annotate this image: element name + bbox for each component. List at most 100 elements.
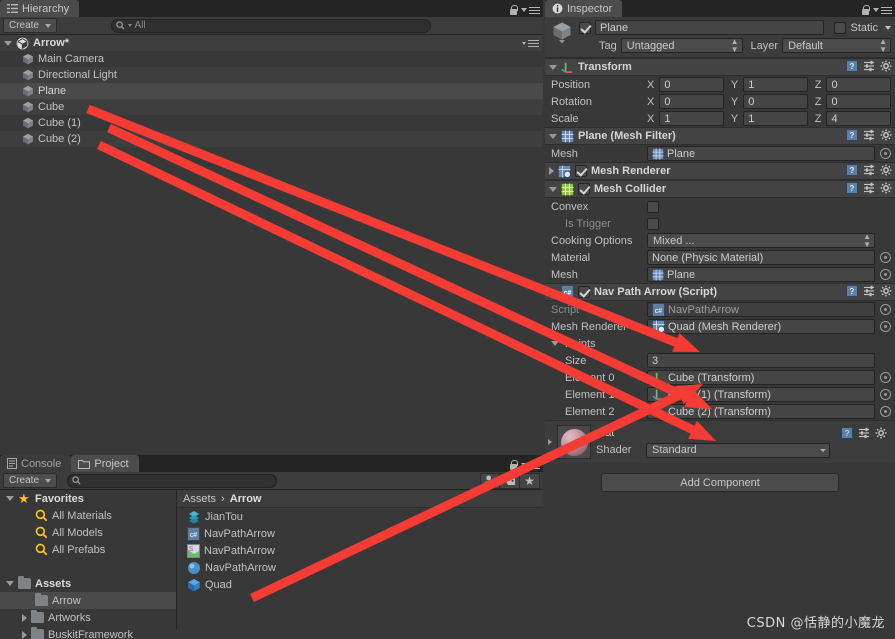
object-field[interactable]: Plane (647, 146, 875, 161)
component-enabled-checkbox[interactable] (578, 286, 590, 298)
gear-icon[interactable] (875, 427, 887, 442)
dropdown-field[interactable]: Mixed ... ▲ ▼ (647, 232, 875, 248)
star-icon[interactable]: ★ (520, 472, 541, 489)
gameobject-enabled-checkbox[interactable] (579, 21, 591, 34)
hierarchy-item-cube[interactable]: Cube (0, 99, 543, 115)
project-search-input[interactable] (67, 473, 277, 488)
object-field[interactable]: Cube (2) (Transform) (647, 404, 875, 419)
asset-item-jiantou[interactable]: JianTou (177, 508, 543, 525)
hierarchy-row-menu[interactable] (522, 39, 539, 47)
preset-icon[interactable] (863, 285, 875, 300)
object-picker-icon[interactable] (880, 269, 891, 280)
object-field[interactable]: c# NavPathArrow (647, 302, 875, 317)
preset-icon[interactable] (863, 129, 875, 144)
tab-inspector[interactable]: Inspector (545, 0, 623, 17)
object-picker-icon[interactable] (880, 321, 891, 332)
component-header-mesh-renderer[interactable]: Mesh Renderer ? (545, 162, 895, 180)
foldout-open-icon[interactable] (6, 496, 14, 501)
asset-item-quad[interactable]: Quad (177, 576, 543, 593)
object-picker-icon[interactable] (880, 372, 891, 383)
project-tree-item-favorites[interactable]: ★ Favorites (0, 490, 176, 507)
position-z-input[interactable]: 0 (826, 94, 892, 109)
position-x-input[interactable]: 1 (659, 111, 724, 126)
project-tree-item-assets[interactable]: Assets (0, 575, 176, 592)
lock-icon[interactable] (509, 460, 518, 470)
position-z-input[interactable]: 0 (826, 77, 892, 92)
breadcrumb-item-arrow[interactable]: Arrow (230, 493, 262, 505)
position-x-input[interactable]: 0 (659, 77, 724, 92)
lock-icon[interactable] (861, 5, 870, 15)
hierarchy-scene-row[interactable]: Arrow* (0, 35, 543, 51)
filter-by-label-icon[interactable] (500, 472, 521, 489)
help-icon[interactable]: ? (846, 59, 858, 75)
project-create-button[interactable]: Create (3, 473, 58, 488)
hierarchy-item-cube-1[interactable]: Cube (1) (0, 115, 543, 131)
help-icon[interactable]: ? (846, 128, 858, 144)
tab-console[interactable]: Console (0, 455, 72, 472)
component-header-plane-mesh-filter[interactable]: Plane (Mesh Filter) ? (545, 127, 895, 145)
object-field[interactable]: Quad (Mesh Renderer) (647, 319, 875, 334)
hierarchy-item-cube-2[interactable]: Cube (2) (0, 131, 543, 147)
foldout-closed-icon[interactable] (548, 439, 552, 445)
hierarchy-item-plane[interactable]: Plane (0, 83, 543, 99)
foldout-open-icon[interactable] (4, 40, 12, 46)
tab-project[interactable]: Project (71, 455, 139, 472)
object-picker-icon[interactable] (880, 148, 891, 159)
component-enabled-checkbox[interactable] (575, 165, 587, 177)
position-y-input[interactable]: 0 (743, 94, 808, 109)
breadcrumb-item-assets[interactable]: Assets (183, 493, 216, 505)
preset-icon[interactable] (858, 427, 870, 442)
asset-item-navpatharrow[interactable]: c# NavPathArrow (177, 525, 543, 542)
gear-icon[interactable] (880, 60, 892, 75)
position-z-input[interactable]: 4 (826, 111, 892, 126)
hierarchy-item-main-camera[interactable]: Main Camera (0, 51, 543, 67)
preset-icon[interactable] (863, 60, 875, 75)
foldout-open-icon[interactable] (549, 186, 557, 192)
lock-icon[interactable] (509, 5, 518, 15)
project-tree-item-all-prefabs[interactable]: All Prefabs (0, 541, 176, 558)
project-tree-item-all-materials[interactable]: All Materials (0, 507, 176, 524)
tag-dropdown[interactable]: Untagged ▲ ▼ (620, 37, 743, 53)
position-y-input[interactable]: 1 (743, 77, 808, 92)
chevron-down-icon[interactable] (885, 25, 891, 30)
hierarchy-item-directional-light[interactable]: Directional Light (0, 67, 543, 83)
inspector-menu-button[interactable] (873, 6, 892, 14)
gear-icon[interactable] (880, 129, 892, 144)
foldout-closed-icon[interactable] (22, 613, 27, 622)
create-button[interactable]: Create (3, 18, 58, 33)
hierarchy-menu-button[interactable] (521, 6, 540, 14)
object-field[interactable]: Cube (Transform) (647, 370, 875, 385)
foldout-closed-icon[interactable] (549, 167, 554, 175)
project-tree-item-buskitframework[interactable]: BuskitFramework (0, 626, 176, 639)
foldout-open-icon[interactable] (549, 133, 557, 139)
object-field[interactable]: Plane (647, 267, 875, 282)
help-icon[interactable]: ? (846, 284, 858, 300)
project-menu-button[interactable] (521, 461, 540, 469)
component-header-mesh-collider[interactable]: Mesh Collider ? (545, 180, 895, 198)
gameobject-name-input[interactable]: Plane (595, 20, 825, 35)
help-icon[interactable]: ? (841, 427, 853, 442)
help-icon[interactable]: ? (846, 163, 858, 179)
foldout-open-icon[interactable] (549, 64, 557, 70)
position-y-input[interactable]: 1 (743, 111, 808, 126)
gear-icon[interactable] (880, 164, 892, 179)
object-picker-icon[interactable] (880, 304, 891, 315)
gear-icon[interactable] (880, 182, 892, 197)
tab-hierarchy[interactable]: Hierarchy (0, 0, 80, 17)
object-field[interactable]: None (Physic Material) (647, 250, 875, 265)
object-field[interactable]: Cube (1) (Transform) (647, 387, 875, 402)
project-tree-item-arrow[interactable]: Arrow (0, 592, 176, 609)
preset-icon[interactable] (863, 164, 875, 179)
bool-checkbox[interactable] (647, 200, 659, 213)
hierarchy-search-input[interactable]: All (110, 18, 431, 33)
object-picker-icon[interactable] (880, 252, 891, 263)
foldout-closed-icon[interactable] (22, 630, 27, 639)
foldout-open-icon[interactable] (549, 289, 557, 295)
position-x-input[interactable]: 0 (659, 94, 724, 109)
filter-by-type-icon[interactable] (480, 472, 501, 489)
foldout-open-icon[interactable] (551, 341, 559, 346)
foldout-open-icon[interactable] (6, 581, 14, 586)
number-input[interactable]: 3 (647, 353, 875, 368)
object-picker-icon[interactable] (880, 389, 891, 400)
gear-icon[interactable] (880, 285, 892, 300)
